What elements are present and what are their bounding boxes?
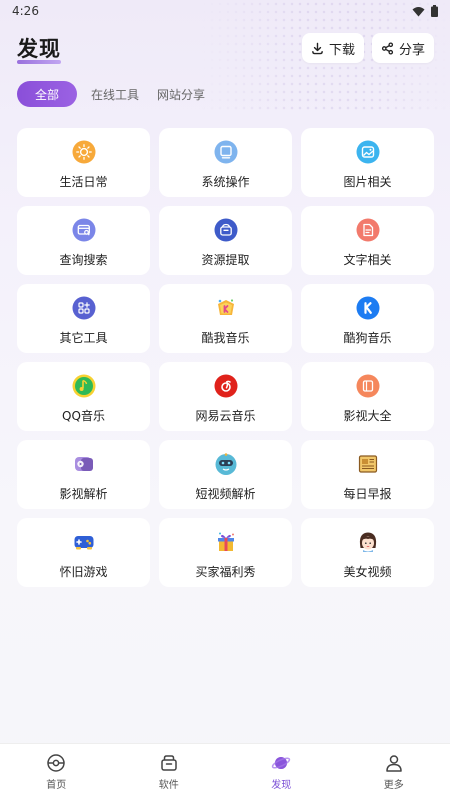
monitor-icon: [214, 140, 238, 164]
grid-item-label: 美女视频: [343, 565, 392, 579]
grid-item-label: 网易云音乐: [195, 409, 256, 423]
document-icon: [356, 218, 380, 242]
share-button[interactable]: 分享: [371, 33, 434, 63]
video-parse-icon: [72, 452, 96, 476]
grid-item-search[interactable]: 查询搜索: [17, 206, 150, 275]
download-button[interactable]: 下载: [301, 33, 364, 63]
grid-item-label: 查询搜索: [59, 253, 108, 267]
planet-icon: [272, 757, 291, 769]
grid-item-label: 资源提取: [201, 253, 250, 267]
grid-item-label: 短视频解析: [195, 487, 256, 501]
status-bar: 4:26: [0, 0, 450, 22]
status-time: 4:26: [12, 4, 39, 18]
grid-item-label: 影视大全: [343, 409, 392, 423]
grid-item-kugou[interactable]: 酷狗音乐: [301, 284, 434, 353]
tab-online-tools[interactable]: 在线工具: [85, 81, 145, 107]
download-label: 下载: [328, 42, 355, 58]
grid-item-life[interactable]: 生活日常: [17, 128, 150, 197]
sun-icon: [72, 140, 96, 164]
grid-item-qq-music[interactable]: QQ音乐: [17, 362, 150, 431]
grid-item-system[interactable]: 系统操作: [159, 128, 292, 197]
grid-item-label: 图片相关: [343, 175, 392, 189]
grid-item-label: 系统操作: [201, 175, 250, 189]
share-icon: [381, 41, 394, 55]
nav-label: 发现: [271, 780, 292, 791]
user-icon: [386, 755, 402, 772]
category-grid: 生活日常 系统操作 图片相关 查询搜索 资源提取 文字相关 其它工具 酷我音乐 …: [17, 128, 434, 587]
card-search-icon: [72, 218, 96, 242]
grid-item-label: 买家福利秀: [195, 565, 256, 579]
grid-item-netease[interactable]: 网易云音乐: [159, 362, 292, 431]
kugou-music-icon: [356, 296, 380, 320]
share-label: 分享: [398, 42, 425, 58]
kuwo-music-icon: [214, 296, 238, 320]
grid-item-beauty-video[interactable]: 美女视频: [301, 518, 434, 587]
category-tabs: 全部 在线工具 网站分享: [17, 81, 211, 107]
grid-item-video-collection[interactable]: 影视大全: [301, 362, 434, 431]
download-icon: [312, 42, 323, 54]
grid-item-label: QQ音乐: [62, 409, 105, 423]
bottom-nav: 首页 软件 发现 更多: [0, 743, 450, 800]
short-video-icon: [214, 452, 238, 476]
nav-label: 首页: [46, 780, 67, 791]
grid-item-label: 酷我音乐: [201, 331, 250, 345]
girl-avatar-icon: [356, 530, 380, 554]
grid-item-short-video[interactable]: 短视频解析: [159, 440, 292, 509]
nav-item-more[interactable]: 更多: [338, 744, 450, 800]
header-actions: 下载 分享: [301, 33, 434, 63]
grid-item-daily-news[interactable]: 每日早报: [301, 440, 434, 509]
gamepad-icon: [72, 530, 96, 554]
grid-item-label: 生活日常: [59, 175, 108, 189]
grid-item-label: 怀旧游戏: [59, 565, 108, 579]
battery-icon: [431, 5, 438, 17]
netease-music-icon: [214, 374, 238, 398]
page-title: 发现: [17, 33, 61, 64]
tab-website-share[interactable]: 网站分享: [151, 81, 211, 107]
nav-label: 软件: [158, 780, 179, 791]
box-icon: [214, 218, 238, 242]
grid-item-video-parse[interactable]: 影视解析: [17, 440, 150, 509]
grid-item-text[interactable]: 文字相关: [301, 206, 434, 275]
nav-label: 更多: [383, 780, 404, 791]
apps-icon: [72, 296, 96, 320]
home-icon: [47, 754, 65, 772]
grid-item-other-tools[interactable]: 其它工具: [17, 284, 150, 353]
page-header: 发现 下载 分享: [0, 30, 450, 66]
gift-icon: [214, 530, 238, 554]
newspaper-icon: [356, 452, 380, 476]
status-icons: [412, 5, 438, 17]
software-icon: [161, 755, 177, 771]
video-collection-icon: [356, 374, 380, 398]
nav-item-software[interactable]: 软件: [113, 744, 226, 800]
grid-item-label: 文字相关: [343, 253, 392, 267]
grid-item-label: 酷狗音乐: [343, 331, 392, 345]
grid-item-label: 每日早报: [343, 487, 392, 501]
qq-music-icon: [72, 374, 96, 398]
tab-all[interactable]: 全部: [17, 81, 78, 107]
grid-item-label: 其它工具: [59, 331, 108, 345]
nav-item-home[interactable]: 首页: [0, 744, 113, 800]
grid-item-buyer-show[interactable]: 买家福利秀: [159, 518, 292, 587]
grid-item-resource[interactable]: 资源提取: [159, 206, 292, 275]
wifi-icon: [412, 6, 425, 16]
nav-item-discover[interactable]: 发现: [225, 744, 338, 800]
grid-item-retro-games[interactable]: 怀旧游戏: [17, 518, 150, 587]
grid-item-kuwo[interactable]: 酷我音乐: [159, 284, 292, 353]
grid-item-label: 影视解析: [59, 487, 108, 501]
image-icon: [356, 140, 380, 164]
grid-item-image[interactable]: 图片相关: [301, 128, 434, 197]
